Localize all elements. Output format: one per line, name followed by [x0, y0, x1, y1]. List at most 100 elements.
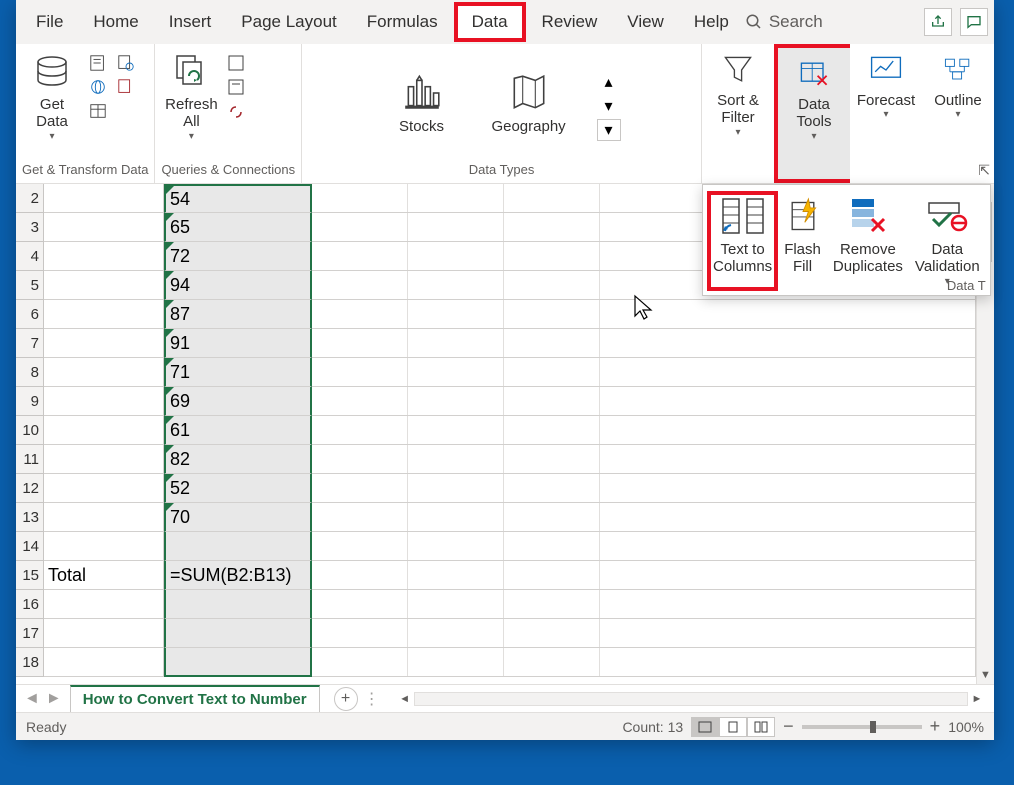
- cell[interactable]: [164, 590, 312, 619]
- cell[interactable]: [312, 445, 976, 474]
- cell[interactable]: [164, 532, 312, 561]
- from-web-icon[interactable]: [86, 76, 110, 98]
- cell[interactable]: =SUM(B2:B13): [164, 561, 312, 590]
- cell[interactable]: 52: [164, 474, 312, 503]
- tab-help[interactable]: Help: [680, 2, 743, 42]
- zoom-slider[interactable]: [802, 725, 922, 729]
- cell[interactable]: [312, 358, 976, 387]
- queries-connections-icon[interactable]: [225, 52, 249, 74]
- refresh-all-button[interactable]: Refresh All ▾: [161, 48, 221, 146]
- page-break-view-button[interactable]: [747, 717, 775, 737]
- row-header[interactable]: 14: [16, 532, 44, 561]
- cell[interactable]: [312, 532, 976, 561]
- cell[interactable]: 54: [164, 184, 312, 213]
- from-table-icon[interactable]: [86, 100, 110, 122]
- tab-home[interactable]: Home: [79, 2, 152, 42]
- tab-file[interactable]: File: [22, 2, 77, 42]
- sort-filter-button[interactable]: Sort & Filter ▾: [708, 48, 768, 142]
- scroll-right-button[interactable]: ►: [968, 690, 986, 708]
- cell[interactable]: [44, 329, 164, 358]
- row-header[interactable]: 15: [16, 561, 44, 590]
- cell[interactable]: 61: [164, 416, 312, 445]
- remove-duplicates-button[interactable]: Remove Duplicates: [827, 191, 909, 291]
- recent-sources-icon[interactable]: [114, 52, 138, 74]
- forecast-button[interactable]: Forecast ▾: [856, 48, 916, 124]
- row-header[interactable]: 4: [16, 242, 44, 271]
- tab-formulas[interactable]: Formulas: [353, 2, 452, 42]
- tab-page-layout[interactable]: Page Layout: [227, 2, 350, 42]
- cell[interactable]: [312, 300, 976, 329]
- tab-view[interactable]: View: [613, 2, 678, 42]
- tab-review[interactable]: Review: [528, 2, 612, 42]
- prev-sheet-button[interactable]: ◄: [24, 690, 40, 708]
- cell[interactable]: [312, 561, 976, 590]
- row-header[interactable]: 17: [16, 619, 44, 648]
- flash-fill-button[interactable]: Flash Fill: [778, 191, 827, 291]
- cell[interactable]: [312, 648, 976, 677]
- expand-gallery-icon[interactable]: ▾: [597, 119, 621, 141]
- row-header[interactable]: 3: [16, 213, 44, 242]
- scroll-down-button[interactable]: ▼: [977, 666, 994, 684]
- cell[interactable]: [44, 300, 164, 329]
- tab-insert[interactable]: Insert: [155, 2, 226, 42]
- row-header[interactable]: 2: [16, 184, 44, 213]
- collapse-ribbon-button[interactable]: ⇱: [978, 162, 990, 179]
- cell[interactable]: 65: [164, 213, 312, 242]
- cell[interactable]: [44, 358, 164, 387]
- row-header[interactable]: 5: [16, 271, 44, 300]
- cell[interactable]: [44, 184, 164, 213]
- cell[interactable]: [44, 474, 164, 503]
- cell[interactable]: 94: [164, 271, 312, 300]
- search-box[interactable]: Search: [745, 12, 823, 32]
- data-validation-button[interactable]: Data Validation ▾: [909, 191, 986, 291]
- comments-button[interactable]: [960, 8, 988, 36]
- edit-links-icon[interactable]: [225, 100, 249, 122]
- cell[interactable]: [164, 619, 312, 648]
- normal-view-button[interactable]: [691, 717, 719, 737]
- row-header[interactable]: 7: [16, 329, 44, 358]
- text-to-columns-button[interactable]: Text to Columns: [707, 191, 778, 291]
- cell[interactable]: [44, 619, 164, 648]
- cell[interactable]: [44, 242, 164, 271]
- cell[interactable]: [312, 387, 976, 416]
- cell[interactable]: [312, 619, 976, 648]
- row-header[interactable]: 13: [16, 503, 44, 532]
- cell[interactable]: [44, 590, 164, 619]
- cell[interactable]: [312, 503, 976, 532]
- scroll-left-button[interactable]: ◄: [396, 690, 414, 708]
- cell[interactable]: [44, 213, 164, 242]
- row-header[interactable]: 10: [16, 416, 44, 445]
- properties-icon[interactable]: [225, 76, 249, 98]
- from-text-icon[interactable]: [86, 52, 110, 74]
- cell[interactable]: 82: [164, 445, 312, 474]
- cell[interactable]: 72: [164, 242, 312, 271]
- row-header[interactable]: 11: [16, 445, 44, 474]
- cell[interactable]: [44, 648, 164, 677]
- page-layout-view-button[interactable]: [719, 717, 747, 737]
- data-tools-button[interactable]: Data Tools ▾: [784, 52, 844, 146]
- cell[interactable]: [312, 590, 976, 619]
- cell[interactable]: 87: [164, 300, 312, 329]
- splitter-handle[interactable]: ⋮: [358, 689, 388, 709]
- cell[interactable]: 91: [164, 329, 312, 358]
- cell[interactable]: [164, 648, 312, 677]
- row-header[interactable]: 6: [16, 300, 44, 329]
- cell[interactable]: 71: [164, 358, 312, 387]
- cell[interactable]: [44, 503, 164, 532]
- cell[interactable]: [44, 271, 164, 300]
- scroll-up-icon[interactable]: ▴: [597, 71, 621, 93]
- cell[interactable]: Total: [44, 561, 164, 590]
- cell[interactable]: [312, 329, 976, 358]
- cell[interactable]: [44, 532, 164, 561]
- row-header[interactable]: 9: [16, 387, 44, 416]
- get-data-button[interactable]: Get Data ▾: [22, 48, 82, 146]
- zoom-level[interactable]: 100%: [948, 719, 984, 735]
- add-sheet-button[interactable]: +: [334, 687, 358, 711]
- horizontal-scrollbar[interactable]: [414, 692, 968, 706]
- cell[interactable]: [44, 445, 164, 474]
- geography-button[interactable]: Geography: [481, 68, 577, 139]
- cell[interactable]: [44, 416, 164, 445]
- row-header[interactable]: 16: [16, 590, 44, 619]
- tab-data[interactable]: Data: [454, 2, 526, 42]
- cell[interactable]: 69: [164, 387, 312, 416]
